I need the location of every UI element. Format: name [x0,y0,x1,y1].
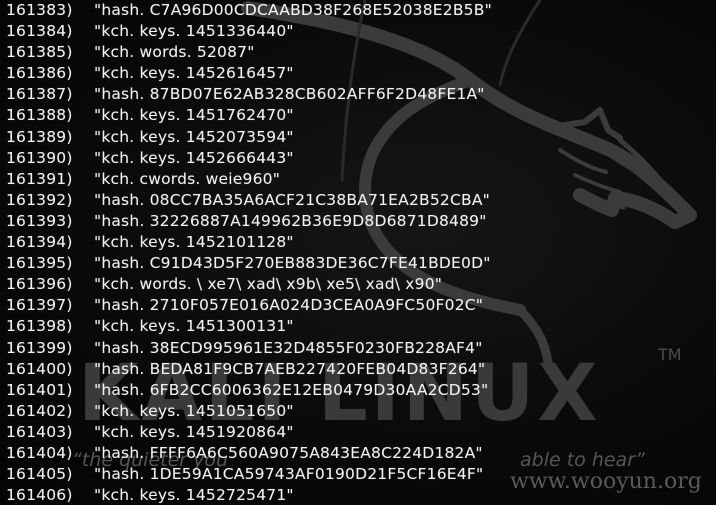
line-value: "hash. BEDA81F9CB7AEB227420FEB04D83F264" [94,359,486,378]
line-value: "kch. keys. 1451920864" [94,422,294,441]
svg-text:able to hear”: able to hear” [520,449,645,471]
line-number: 161396) [6,275,73,294]
line-value: "hash. 1DE59A1CA59743AF0190D21F5CF16E4F" [94,465,484,484]
line-number: 161397) [6,296,73,315]
line-number: 161400) [6,359,73,378]
line-number: 161387) [6,85,73,104]
output-line: 161399) "hash. 38ECD995961E32D4855F0230FB… [0,338,492,359]
line-number: 161391) [6,169,73,188]
line-value: "kch. words. 52087" [94,43,255,62]
svg-text:TM: TM [657,345,682,364]
line-value: "kch. keys. 1452725471" [94,486,294,505]
output-line: 161395) "hash. C91D43D5F270EB883DE36C7FE4… [0,253,492,274]
output-line: 161392) "hash. 08CC7BA35A6ACF21C38BA71EA2… [0,190,492,211]
line-value: "kch. keys. 1451336440" [94,22,294,41]
line-value: "kch. words. \ xe7\ xad\ x9b\ xe5\ xad\ … [94,275,443,294]
output-line: 161397) "hash. 2710F057E016A024D3CEA0A9FC… [0,295,492,316]
line-number: 161386) [6,64,73,83]
output-line: 161387) "hash. 87BD07E62AB328CB602AFF6F2D… [0,84,492,105]
line-number: 161388) [6,106,73,125]
line-value: "hash. 2710F057E016A024D3CEA0A9FC50F02C" [94,296,484,315]
line-value: "kch. keys. 1452666443" [94,148,294,167]
output-line: 161386) "kch. keys. 1452616457" [0,63,492,84]
line-value: "kch. keys. 1452101128" [94,233,294,252]
terminal-output: 161383) "hash. C7A96D00CDCAABD38F268E5203… [0,0,492,505]
line-number: 161394) [6,233,73,252]
line-number: 161383) [6,1,73,19]
line-number: 161406) [6,486,73,505]
output-line: 161393) "hash. 32226887A149962B36E9D8D687… [0,211,492,232]
line-value: "hash. 32226887A149962B36E9D8D6871D8489" [94,211,487,230]
line-number: 161401) [6,380,73,399]
line-value: "kch. keys. 1452616457" [94,64,294,83]
output-line: 161406) "kch. keys. 1452725471" [0,485,492,505]
line-number: 161404) [6,443,73,462]
line-value: "kch. cwords. weie960" [94,169,281,188]
line-number: 161398) [6,317,73,336]
terminal-window[interactable]: KALI LINUX TM “the quieter you able to h… [0,0,716,505]
output-line: 161402) "kch. keys. 1451051650" [0,401,492,422]
output-line: 161403) "kch. keys. 1451920864" [0,422,492,443]
line-value: "kch. keys. 1452073594" [94,127,294,146]
line-value: "hash. 6FB2CC6006362E12EB0479D30AA2CD53" [94,380,489,399]
output-line: 161388) "kch. keys. 1451762470" [0,105,492,126]
line-number: 161389) [6,127,73,146]
output-line: 161396) "kch. words. \ xe7\ xad\ x9b\ xe5… [0,274,492,295]
line-value: "hash. 08CC7BA35A6ACF21C38BA71EA2B52CBA" [94,190,490,209]
line-value: "kch. keys. 1451300131" [94,317,294,336]
line-number: 161395) [6,254,73,273]
svg-text:www.wooyun.org: www.wooyun.org [510,469,702,494]
line-value: "kch. keys. 1451051650" [94,401,294,420]
wooyun-watermark: www.wooyun.org [510,469,702,494]
output-line: 161404) "hash. FFFF6A6C560A9075A843EA8C22… [0,443,492,464]
output-line: 161385) "kch. words. 52087" [0,42,492,63]
line-value: "hash. 87BD07E62AB328CB602AFF6F2D48FE1A" [94,85,485,104]
output-line: 161405) "hash. 1DE59A1CA59743AF0190D21F5C… [0,464,492,485]
line-value: "hash. C7A96D00CDCAABD38F268E52038E2B5B" [94,1,492,19]
output-line: 161401) "hash. 6FB2CC6006362E12EB0479D30A… [0,380,492,401]
line-number: 161399) [6,338,73,357]
line-value: "hash. FFFF6A6C560A9075A843EA8C224D182A" [94,443,483,462]
output-line: 161398) "kch. keys. 1451300131" [0,316,492,337]
output-line: 161400) "hash. BEDA81F9CB7AEB227420FEB04D… [0,359,492,380]
line-number: 161390) [6,148,73,167]
line-number: 161405) [6,465,73,484]
output-line: 161390) "kch. keys. 1452666443" [0,148,492,169]
line-number: 161393) [6,211,73,230]
output-line: 161384) "kch. keys. 1451336440" [0,21,492,42]
output-line: 161383) "hash. C7A96D00CDCAABD38F268E5203… [0,0,492,21]
line-value: "hash. 38ECD995961E32D4855F0230FB228AF4" [94,338,483,357]
output-line: 161391) "kch. cwords. weie960" [0,169,492,190]
line-number: 161384) [6,22,73,41]
line-number: 161392) [6,190,73,209]
output-line: 161389) "kch. keys. 1452073594" [0,127,492,148]
line-number: 161402) [6,401,73,420]
line-number: 161403) [6,422,73,441]
line-value: "hash. C91D43D5F270EB883DE36C7FE41BDE0D" [94,254,491,273]
line-value: "kch. keys. 1451762470" [94,106,294,125]
output-line: 161394) "kch. keys. 1452101128" [0,232,492,253]
line-number: 161385) [6,43,73,62]
